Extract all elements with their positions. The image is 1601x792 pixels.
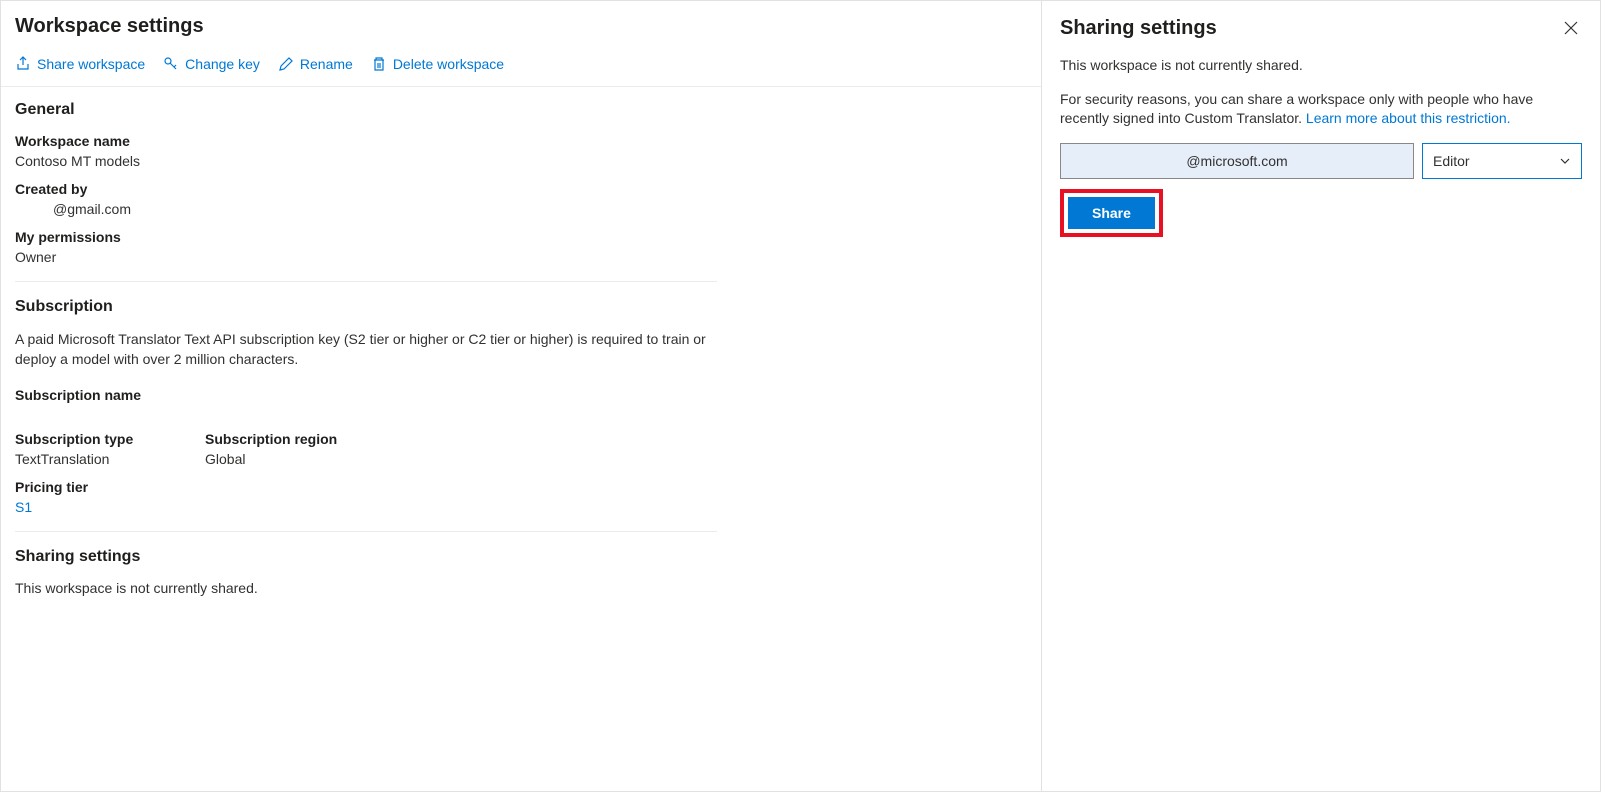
chevron-down-icon bbox=[1559, 155, 1571, 167]
toolbar-label: Rename bbox=[300, 56, 353, 72]
permissions-label: My permissions bbox=[15, 229, 717, 245]
close-button[interactable] bbox=[1560, 17, 1582, 42]
general-section-title: General bbox=[15, 101, 717, 119]
sharing-section-title: Sharing settings bbox=[15, 548, 717, 566]
subscription-region-label: Subscription region bbox=[205, 431, 355, 447]
side-status-text: This workspace is not currently shared. bbox=[1060, 56, 1582, 76]
toolbar-label: Delete workspace bbox=[393, 56, 504, 72]
rename-button[interactable]: Rename bbox=[278, 56, 353, 72]
edit-icon bbox=[278, 56, 294, 72]
workspace-name-value: Contoso MT models bbox=[15, 153, 717, 169]
subscription-type-label: Subscription type bbox=[15, 431, 165, 447]
divider bbox=[15, 531, 717, 532]
subscription-section-title: Subscription bbox=[15, 298, 717, 316]
subscription-region-value: Global bbox=[205, 451, 355, 467]
permissions-value: Owner bbox=[15, 249, 717, 265]
pricing-tier-label: Pricing tier bbox=[15, 479, 717, 495]
trash-icon bbox=[371, 56, 387, 72]
role-select[interactable]: Editor bbox=[1422, 143, 1582, 179]
close-icon bbox=[1564, 21, 1578, 35]
page-title: Workspace settings bbox=[1, 1, 1041, 48]
delete-workspace-button[interactable]: Delete workspace bbox=[371, 56, 504, 72]
key-icon bbox=[163, 56, 179, 72]
divider bbox=[15, 281, 717, 282]
sharing-settings-panel: Sharing settings This workspace is not c… bbox=[1042, 1, 1600, 791]
subscription-name-label: Subscription name bbox=[15, 387, 717, 403]
toolbar: Share workspace Change key Rename Delete… bbox=[1, 48, 1041, 87]
share-button-highlight: Share bbox=[1060, 189, 1163, 237]
sharing-status: This workspace is not currently shared. bbox=[15, 580, 717, 596]
workspace-name-label: Workspace name bbox=[15, 133, 717, 149]
side-panel-title: Sharing settings bbox=[1060, 17, 1217, 40]
toolbar-label: Share workspace bbox=[37, 56, 145, 72]
toolbar-label: Change key bbox=[185, 56, 260, 72]
side-security-text: For security reasons, you can share a wo… bbox=[1060, 90, 1582, 129]
share-button[interactable]: Share bbox=[1068, 197, 1155, 229]
share-icon bbox=[15, 56, 31, 72]
created-by-label: Created by bbox=[15, 181, 717, 197]
share-workspace-button[interactable]: Share workspace bbox=[15, 56, 145, 72]
subscription-description: A paid Microsoft Translator Text API sub… bbox=[15, 330, 717, 369]
share-email-input[interactable] bbox=[1060, 143, 1414, 179]
created-by-value: @gmail.com bbox=[15, 201, 717, 217]
role-select-value: Editor bbox=[1433, 153, 1470, 169]
subscription-type-value: TextTranslation bbox=[15, 451, 165, 467]
change-key-button[interactable]: Change key bbox=[163, 56, 260, 72]
workspace-settings-panel: Workspace settings Share workspace Chang… bbox=[1, 1, 1042, 791]
pricing-tier-value: S1 bbox=[15, 499, 717, 515]
learn-more-link[interactable]: Learn more about this restriction. bbox=[1306, 110, 1511, 126]
